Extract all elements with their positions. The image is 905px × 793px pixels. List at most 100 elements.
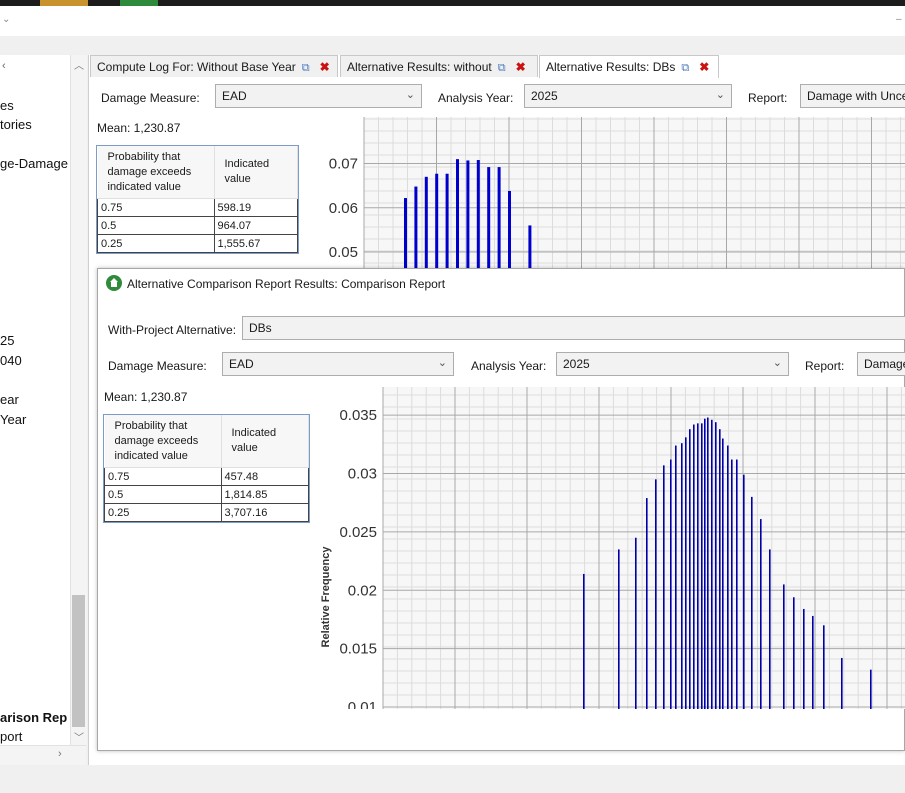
home-icon [106,275,122,291]
y-tick-label: 0.03 [348,466,377,483]
table-cell: 0.25 [104,503,222,522]
histogram-bar [715,422,717,709]
tree-item-selected[interactable]: arison Rep [0,710,67,725]
y-tick-label: 0.01 [348,699,377,709]
table-row: 0.75 457.48 [104,467,309,486]
histogram-bar [707,417,709,709]
histogram-bar [646,498,648,709]
histogram-bar [783,584,785,709]
tree-item[interactable]: 040 [0,353,22,368]
dropdown-value: EAD [222,89,247,103]
histogram-bar [655,479,657,709]
pop-out-icon[interactable]: ⧉ [681,62,689,74]
histogram-bar [424,176,428,269]
report-label: Report: [805,359,845,373]
table-cell: 1,814.85 [220,485,309,504]
histogram-bar [704,418,706,709]
table-cell: 0.5 [104,485,222,504]
histogram-bar [812,615,814,709]
tree-item[interactable]: ge-Damage [0,156,68,171]
dropdown-value: 2025 [531,89,558,103]
header-indicated-value: Indicated value [221,415,309,468]
comparison-window-title: Alternative Comparison Report Results: C… [127,277,446,291]
histogram-bar [751,496,753,709]
tree-item[interactable]: port [0,729,22,744]
table-cell: 3,707.16 [220,503,309,522]
histogram-bar [841,657,843,709]
close-tab-icon[interactable]: ✖ [516,60,526,74]
sidebar-vertical-scrollbar[interactable]: ︿ ﹀ [70,55,87,745]
y-tick-label: 0.05 [329,244,358,261]
tree-item[interactable]: ear [0,392,19,407]
dropdown-value: Damage with Uncertainty [807,89,905,103]
y-tick-label: 0.02 [348,582,377,599]
damage-measure-label: Damage Measure: [101,91,200,105]
report-dropdown[interactable]: Damage with Uncertainty [800,84,905,108]
sidebar-horizontal-scrollbar[interactable]: › [0,745,86,766]
tree-item[interactable]: tories [0,117,32,132]
histogram-bar [823,625,825,709]
pop-out-icon[interactable]: ⧉ [498,62,506,74]
tree-item[interactable]: 25 [0,333,14,348]
close-tab-icon[interactable]: ✖ [699,60,709,74]
table-cell: 457.48 [220,467,309,486]
scrollbar-thumb[interactable] [72,595,85,727]
analysis-year-dropdown[interactable]: 2025 ⌄ [524,84,732,108]
scroll-up-icon[interactable]: ︿ [74,57,84,72]
histogram-bar [670,459,672,709]
header-indicated-value: Indicated value [214,146,298,199]
histogram-bar [635,537,637,709]
tree-item[interactable]: es [0,98,14,113]
chevron-down-icon: ⌄ [437,357,447,369]
tab-results-without[interactable]: Alternative Results: without ⧉ ✖ [340,55,538,77]
histogram-bar [414,186,418,269]
damage-measure-dropdown[interactable]: EAD ⌄ [215,84,422,108]
damage-measure-dropdown[interactable]: EAD ⌄ [222,352,454,376]
analysis-year-label: Analysis Year: [471,359,547,373]
field-value: DBs [249,321,272,335]
scroll-down-icon[interactable]: ﹀ [74,729,84,744]
histogram-bar [870,669,872,709]
histogram-bar [769,549,771,709]
tab-label: Compute Log For: Without Base Year [97,60,296,74]
plot-area [383,387,905,709]
histogram-bar [497,167,501,269]
table-cell: 598.19 [213,198,298,217]
histogram-bar [675,445,677,709]
study-tree-panel: ‹ es tories ge-Damage 25 040 ear Year ar… [0,55,70,745]
histogram-bar [719,429,721,709]
histogram-bar [793,597,795,709]
table-cell: 964.07 [213,216,298,235]
histogram-bar [404,198,407,269]
histogram-bar [435,173,439,269]
status-strip [0,765,905,793]
report-dropdown[interactable]: Damage [857,352,905,376]
close-tab-icon[interactable]: ✖ [320,60,330,74]
title-bar: ⌄ – [0,6,905,36]
histogram-bar [685,437,687,709]
mean-value: Mean: 1,230.87 [104,390,188,404]
histogram-bar [456,159,459,269]
header-probability: Probability that damage exceeds indicate… [104,415,222,468]
with-project-field[interactable]: DBs [242,316,905,340]
tree-item[interactable]: Year [0,412,26,427]
histogram-bar [487,167,491,269]
tree-collapse-icon[interactable]: ‹ [2,60,6,72]
dropdown-value: EAD [229,357,254,371]
tab-compute-log[interactable]: Compute Log For: Without Base Year ⧉ ✖ [90,55,338,77]
mean-value: Mean: 1,230.87 [97,121,181,135]
table-row: 0.5 964.07 [97,216,298,235]
analysis-year-dropdown[interactable]: 2025 ⌄ [556,352,789,376]
scroll-right-icon[interactable]: › [58,748,62,760]
histogram-bar [583,573,585,709]
y-tick-label: 0.07 [329,156,358,173]
tab-results-dbs[interactable]: Alternative Results: DBs ⧉ ✖ [539,55,719,78]
histogram-bar [736,459,738,709]
chevron-down-icon: ⌄ [715,89,725,101]
histogram-bar [731,459,733,709]
histogram-bar [722,438,724,709]
y-axis-title: Relative Frequency [320,546,332,648]
table-cell: 0.75 [104,467,222,486]
pop-out-icon[interactable]: ⧉ [302,62,310,74]
damage-measure-label: Damage Measure: [108,359,207,373]
